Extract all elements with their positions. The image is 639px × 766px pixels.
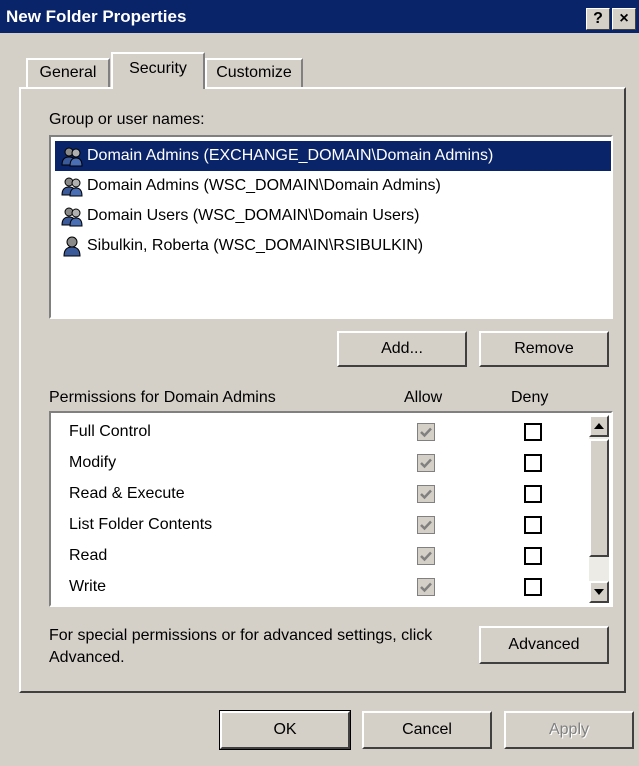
deny-checkbox[interactable] — [524, 423, 542, 441]
advanced-help-text: For special permissions or for advanced … — [49, 627, 433, 666]
group-icon — [61, 207, 83, 227]
permission-row: Full Control — [69, 417, 589, 447]
allow-checkbox[interactable] — [417, 578, 435, 596]
tab-customize[interactable]: Customize — [205, 58, 303, 88]
tab-general[interactable]: General — [26, 58, 110, 88]
checkmark-icon — [420, 520, 432, 531]
user-name: Domain Admins (EXCHANGE_DOMAIN\Domain Ad… — [87, 147, 494, 164]
cancel-button-label: Cancel — [402, 721, 452, 738]
permission-name: Modify — [69, 454, 117, 471]
deny-header: Deny — [511, 389, 549, 406]
permissions-scrollbar[interactable] — [589, 415, 609, 603]
checkmark-icon — [420, 458, 432, 469]
permission-name: Full Control — [69, 423, 151, 440]
permission-name: List Folder Contents — [69, 516, 213, 533]
permissions-header: Permissions for Domain Admins — [49, 389, 276, 406]
list-item[interactable]: Domain Admins (EXCHANGE_DOMAIN\Domain Ad… — [55, 141, 611, 171]
permission-name: Read — [69, 547, 108, 564]
ok-button-label: OK — [273, 721, 297, 738]
checkmark-icon — [420, 427, 432, 438]
allow-checkbox[interactable] — [417, 454, 435, 472]
permissions-list[interactable]: Full Control Modify Read & Execute List Fol… — [49, 411, 613, 607]
group-icon — [61, 147, 83, 167]
allow-header: Allow — [404, 389, 443, 406]
arrow-up-icon — [594, 423, 604, 429]
deny-checkbox[interactable] — [524, 454, 542, 472]
deny-checkbox[interactable] — [524, 485, 542, 503]
deny-checkbox[interactable] — [524, 547, 542, 565]
user-name: Domain Users (WSC_DOMAIN\Domain Users) — [87, 207, 420, 224]
allow-checkbox[interactable] — [417, 485, 435, 503]
scroll-thumb[interactable] — [589, 439, 609, 557]
add-button[interactable]: Add... — [337, 331, 467, 367]
window-title: New Folder Properties — [6, 7, 187, 26]
permission-row: Read & Execute — [69, 479, 589, 509]
checkmark-icon — [420, 551, 432, 562]
deny-checkbox[interactable] — [524, 578, 542, 596]
user-name: Domain Admins (WSC_DOMAIN\Domain Admins) — [87, 177, 441, 194]
close-icon: × — [619, 10, 629, 27]
user-icon — [63, 236, 81, 257]
help-icon: ? — [593, 10, 603, 27]
allow-checkbox[interactable] — [417, 547, 435, 565]
user-list[interactable]: Domain Admins (EXCHANGE_DOMAIN\Domain Ad… — [49, 135, 613, 319]
deny-checkbox[interactable] — [524, 516, 542, 534]
tab-general-label: General — [39, 64, 97, 81]
group-icon — [61, 177, 83, 197]
cancel-button[interactable]: Cancel — [362, 711, 492, 749]
list-item[interactable]: Domain Admins (WSC_DOMAIN\Domain Admins) — [55, 171, 611, 201]
advanced-button-label: Advanced — [508, 636, 580, 653]
list-item[interactable]: Sibulkin, Roberta (WSC_DOMAIN\RSIBULKIN) — [55, 231, 611, 261]
scroll-up-button[interactable] — [589, 415, 609, 437]
checkmark-icon — [420, 489, 432, 500]
ok-button[interactable]: OK — [219, 710, 351, 750]
tab-customize-label: Customize — [216, 64, 292, 81]
advanced-button[interactable]: Advanced — [479, 626, 609, 664]
allow-checkbox[interactable] — [417, 516, 435, 534]
allow-checkbox[interactable] — [417, 423, 435, 441]
remove-button[interactable]: Remove — [479, 331, 609, 367]
permission-name: Read & Execute — [69, 485, 185, 502]
list-item[interactable]: Domain Users (WSC_DOMAIN\Domain Users) — [55, 201, 611, 231]
permission-row: Modify — [69, 448, 589, 478]
permission-row: List Folder Contents — [69, 510, 589, 540]
title-bar: New Folder Properties ? × — [0, 0, 639, 33]
tab-security[interactable]: Security — [111, 52, 205, 89]
users-label: Group or user names: — [49, 111, 205, 128]
apply-button[interactable]: Apply — [504, 711, 634, 749]
security-panel: Group or user names: Domain Admins (EXCH… — [19, 87, 626, 693]
apply-button-label: Apply — [548, 721, 590, 738]
remove-button-label: Remove — [514, 340, 574, 357]
add-button-label: Add... — [381, 340, 423, 357]
permission-row: Write — [69, 572, 589, 602]
permission-row: Read — [69, 541, 589, 571]
help-button[interactable]: ? — [586, 8, 610, 30]
arrow-down-icon — [594, 589, 604, 595]
permission-name: Write — [69, 578, 107, 595]
user-name: Sibulkin, Roberta (WSC_DOMAIN\RSIBULKIN) — [87, 237, 424, 254]
scroll-down-button[interactable] — [589, 581, 609, 603]
tab-security-label: Security — [129, 60, 187, 77]
checkmark-icon — [420, 582, 432, 593]
close-button[interactable]: × — [612, 8, 636, 30]
